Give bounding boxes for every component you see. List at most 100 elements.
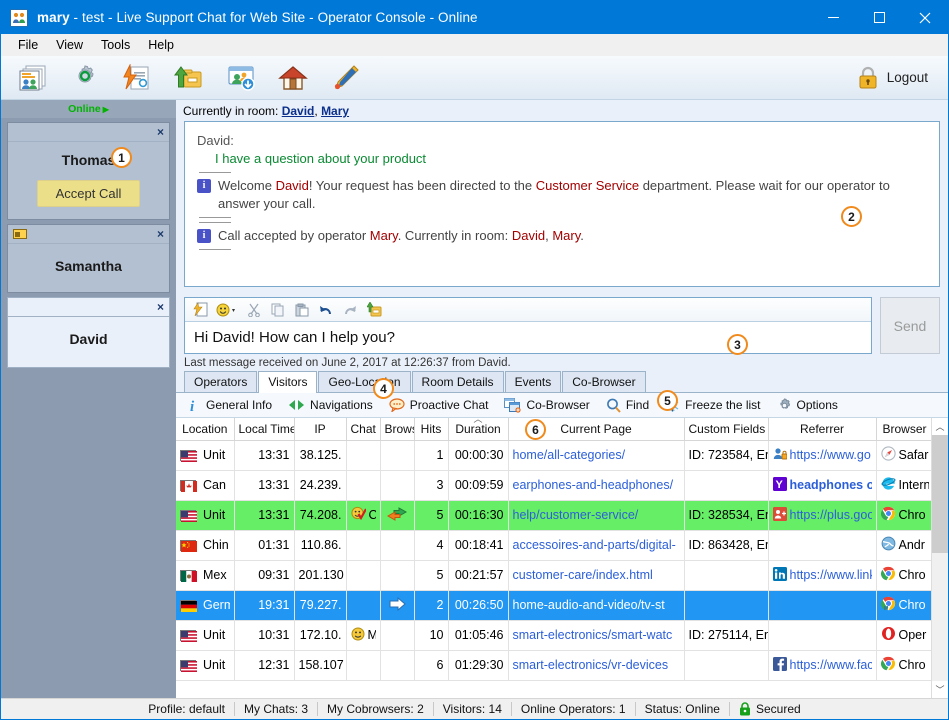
canned-response-button[interactable]: [189, 300, 211, 320]
col-duration[interactable]: Duration ︿: [448, 418, 509, 441]
call-card-david[interactable]: × David: [7, 297, 170, 368]
table-row[interactable]: Mex 09:31 201.130 5 00:21:57 customer-care/in…: [176, 560, 931, 591]
close-button[interactable]: [902, 1, 948, 34]
toolbar-edit-button[interactable]: [319, 58, 371, 98]
menu-help[interactable]: Help: [139, 36, 183, 54]
table-vertical-scrollbar[interactable]: ︿ ﹀: [931, 418, 948, 698]
table-row[interactable]: Unit 13:31 38.125. 1 00:00:30 home/all-catego…: [176, 440, 931, 471]
send-file-button[interactable]: [363, 300, 385, 320]
cell-ip: 24.239.: [294, 470, 347, 501]
current-page-link[interactable]: accessoires-and-parts/digital-: [513, 538, 676, 552]
cell-brows: [380, 560, 415, 591]
maximize-button[interactable]: [856, 1, 902, 34]
col-local-time[interactable]: Local Time: [234, 418, 295, 441]
tab-room-details[interactable]: Room Details: [411, 371, 504, 392]
referrer-link[interactable]: https://plus.goo: [790, 508, 872, 522]
call-card-samantha[interactable]: × Samantha: [7, 224, 170, 293]
room-member-david[interactable]: David: [282, 104, 315, 118]
col-brows[interactable]: Brows: [380, 418, 415, 441]
orange-arrow-icon: [386, 506, 408, 524]
col-browser[interactable]: Browser: [876, 418, 931, 441]
col-hits[interactable]: Hits: [414, 418, 449, 441]
tab-co-browser[interactable]: Co-Browser: [562, 371, 646, 392]
emoticon-button[interactable]: [213, 300, 241, 320]
current-page-link[interactable]: home/all-categories/: [513, 448, 626, 462]
table-row[interactable]: Can 13:31 24.239. 3 00:09:59 earphones-and-he…: [176, 470, 931, 501]
cell-ip: 158.107: [294, 650, 347, 681]
referrer-link[interactable]: headphones on: [790, 478, 872, 492]
col-location[interactable]: Location: [176, 418, 235, 441]
referrer-link[interactable]: https://www.link: [790, 568, 872, 582]
call-card-thomas[interactable]: × Thomas Accept Call: [7, 122, 170, 220]
menu-view[interactable]: View: [47, 36, 92, 54]
chat-text: C: [369, 508, 376, 522]
table-row[interactable]: Unit 10:31172.10. M 1001:05:46 smart-electro…: [176, 620, 931, 651]
cell-custom-fields: [684, 560, 769, 591]
annotation-badge-2: 2: [841, 206, 862, 227]
table-row[interactable]: Unit 12:31 158.107 6 01:29:30 smart-electroni…: [176, 650, 931, 681]
col-chat[interactable]: Chat: [346, 418, 381, 441]
main-content: Online▶ × Thomas Accept Call × Samantha: [1, 100, 948, 698]
current-page-link[interactable]: customer-care/index.html: [513, 568, 653, 582]
find-button[interactable]: Find: [599, 396, 656, 415]
close-card-button[interactable]: ×: [157, 227, 164, 241]
toolbar-archive-button[interactable]: [163, 58, 215, 98]
toolbar-visitors-button[interactable]: [7, 58, 59, 98]
tab-events[interactable]: Events: [504, 371, 562, 392]
redo-button[interactable]: [339, 300, 361, 320]
toolbar-invite-button[interactable]: [215, 58, 267, 98]
close-card-button[interactable]: ×: [157, 125, 164, 139]
send-button[interactable]: Send: [880, 297, 940, 354]
flag-icon-us: [180, 449, 197, 462]
room-member-mary[interactable]: Mary: [321, 104, 349, 118]
general-info-button[interactable]: i General Info: [180, 395, 279, 415]
tab-geo-location[interactable]: Geo-Location: [318, 371, 411, 392]
menu-tools[interactable]: Tools: [92, 36, 139, 54]
current-page-link[interactable]: earphones-and-headphones/: [513, 478, 674, 492]
toolbar-home-button[interactable]: [267, 58, 319, 98]
close-card-button[interactable]: ×: [157, 300, 164, 314]
undo-button[interactable]: [315, 300, 337, 320]
table-row[interactable]: Unit 13:3174.208. C 500:16:30 help/customer-…: [176, 500, 931, 531]
cell-location: Unit: [176, 650, 235, 681]
options-button[interactable]: Options: [770, 396, 845, 415]
co-browser-button[interactable]: Co-Browser: [497, 396, 596, 415]
paste-button[interactable]: [291, 300, 313, 320]
tab-operators[interactable]: Operators: [184, 371, 258, 392]
col-referrer[interactable]: Referrer: [768, 418, 877, 441]
copy-button[interactable]: [267, 300, 289, 320]
cell-current-page: home/all-categories/: [508, 440, 685, 471]
current-page-link[interactable]: home-audio-and-video/tv-st: [513, 598, 665, 612]
cut-icon: [248, 303, 260, 317]
cut-button[interactable]: [243, 300, 265, 320]
referrer-link[interactable]: https://www.go: [790, 448, 871, 462]
proactive-chat-button[interactable]: Proactive Chat: [382, 396, 496, 414]
cell-referrer: [768, 590, 877, 621]
logout-button[interactable]: Logout: [887, 70, 928, 85]
scroll-track[interactable]: [932, 553, 948, 681]
message-input[interactable]: Hi David! How can I help you?: [185, 322, 871, 353]
current-page-link[interactable]: smart-electronics/vr-devices: [513, 658, 669, 672]
status-visitors: Visitors: 14: [434, 702, 512, 716]
sys2-room2: Mary: [552, 227, 581, 243]
current-page-link[interactable]: smart-electronics/smart-watc: [513, 628, 673, 642]
copy-icon: [271, 303, 284, 316]
col-ip[interactable]: IP: [294, 418, 347, 441]
cell-hits: 1: [414, 440, 449, 471]
toolbar-reports-button[interactable]: [111, 58, 163, 98]
scroll-up-icon[interactable]: ︿: [932, 418, 948, 435]
toolbar-settings-button[interactable]: [59, 58, 111, 98]
calls-sidebar: Online▶ × Thomas Accept Call × Samantha: [1, 100, 176, 698]
navigations-button[interactable]: Navigations: [281, 396, 380, 414]
table-row[interactable]: Germ 19:3179.227. 200:26:50 home-audio-and-…: [176, 590, 931, 621]
col-custom-fields[interactable]: Custom Fields: [684, 418, 769, 441]
scroll-down-icon[interactable]: ﹀: [932, 681, 948, 698]
scroll-thumb[interactable]: [932, 435, 948, 553]
accept-call-button[interactable]: Accept Call: [36, 180, 141, 207]
table-row[interactable]: Chin 01:31 110.86. 4 00:18:41 accessoires-and…: [176, 530, 931, 561]
minimize-button[interactable]: [810, 1, 856, 34]
referrer-link[interactable]: https://www.fac: [790, 658, 872, 672]
current-page-link[interactable]: help/customer-service/: [513, 508, 639, 522]
menu-file[interactable]: File: [9, 36, 47, 54]
tab-visitors[interactable]: Visitors: [258, 371, 318, 393]
